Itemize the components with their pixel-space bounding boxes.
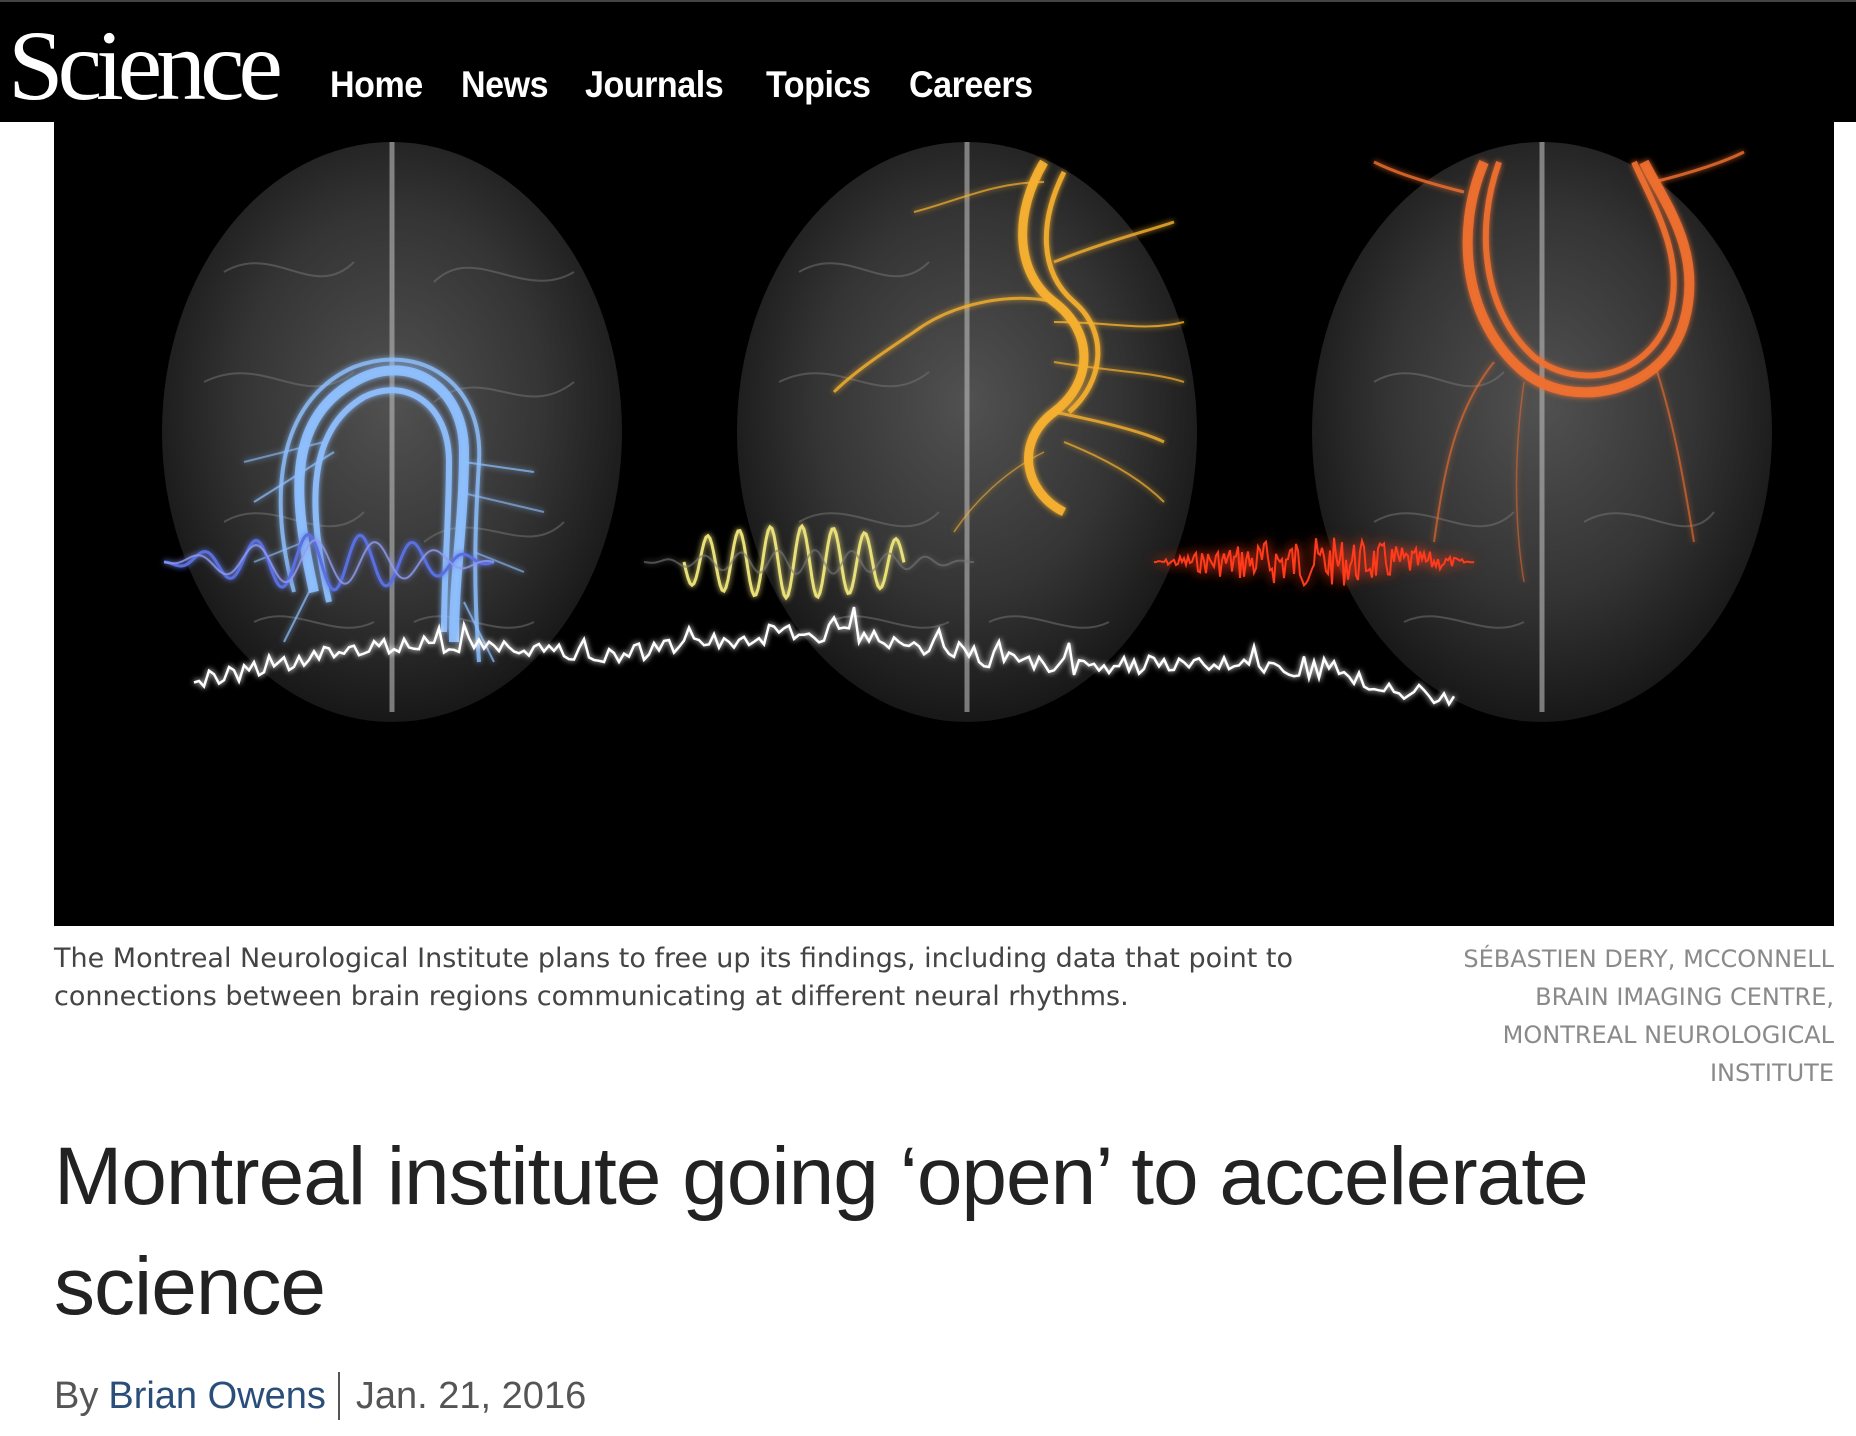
science-logo[interactable]: Science [8, 16, 283, 116]
main-nav: Home News Journals Topics Careers [330, 64, 1044, 106]
byline-divider [337, 1372, 340, 1420]
brain-right [1312, 142, 1772, 722]
nav-careers[interactable]: Careers [909, 64, 1033, 106]
publish-date: Jan. 21, 2016 [355, 1374, 587, 1417]
nav-news[interactable]: News [461, 64, 549, 106]
nav-journals[interactable]: Journals [585, 64, 724, 106]
author-link[interactable]: Brian Owens [108, 1375, 326, 1418]
nav-home[interactable]: Home [330, 64, 423, 106]
byline: By Brian Owens Jan. 21, 2016 [54, 1372, 586, 1420]
image-credit: SÉBASTIEN DERY, MCCONNELL BRAIN IMAGING … [1463, 945, 1834, 1087]
byline-prefix: By [54, 1374, 99, 1417]
nav-topics[interactable]: Topics [766, 64, 871, 106]
image-caption: The Montreal Neurological Institute plan… [54, 943, 1294, 1012]
brain-left [162, 142, 622, 722]
article-title: Montreal institute going ‘open’ to accel… [54, 1131, 1589, 1332]
site-header: Science Home News Journals Topics Career… [0, 0, 1856, 122]
brain-illustration [162, 142, 1772, 722]
hero-image [54, 122, 1834, 926]
